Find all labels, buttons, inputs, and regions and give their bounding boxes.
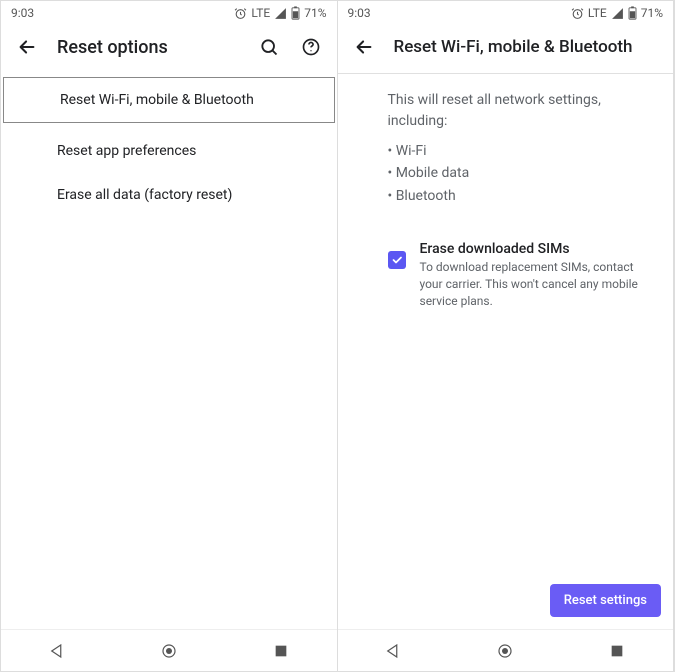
bullet-wifi: Wi-Fi — [388, 140, 650, 162]
content-area: This will reset all network settings, in… — [338, 74, 674, 629]
battery-pct: 71% — [304, 6, 326, 20]
nav-back-icon[interactable] — [46, 640, 68, 662]
alarm-icon — [234, 7, 247, 20]
alarm-icon — [571, 7, 584, 20]
bullet-mobile: Mobile data — [388, 162, 650, 184]
back-icon[interactable] — [15, 35, 39, 59]
checkbox-desc: To download replacement SIMs, contact yo… — [420, 259, 654, 309]
checkbox-title: Erase downloaded SIMs — [420, 241, 654, 257]
battery-icon — [628, 6, 637, 20]
status-bar: 9:03 LTE 71% — [1, 1, 337, 25]
option-reset-app-prefs[interactable]: Reset app preferences — [1, 129, 337, 173]
status-time: 9:03 — [348, 6, 571, 20]
network-label: LTE — [251, 6, 270, 20]
battery-pct: 71% — [641, 6, 663, 20]
page-title: Reset options — [57, 37, 239, 58]
nav-bar — [338, 629, 674, 671]
nav-bar — [1, 629, 337, 671]
screen-reset-options: 9:03 LTE 71% Reset options Reset Wi-Fi — [1, 1, 338, 671]
network-label: LTE — [588, 6, 607, 20]
option-factory-reset[interactable]: Erase all data (factory reset) — [1, 173, 337, 217]
signal-icon — [274, 7, 287, 20]
app-bar: Reset options — [1, 25, 337, 73]
screen-reset-network: 9:03 LTE 71% Reset Wi-Fi, mobile & Bluet… — [338, 1, 675, 671]
bullet-bluetooth: Bluetooth — [388, 185, 650, 207]
nav-recent-icon[interactable] — [270, 640, 292, 662]
option-reset-network[interactable]: Reset Wi-Fi, mobile & Bluetooth — [3, 77, 335, 123]
status-bar: 9:03 LTE 71% — [338, 1, 674, 25]
erase-sims-option[interactable]: Erase downloaded SIMs To download replac… — [338, 207, 674, 309]
reset-settings-button[interactable]: Reset settings — [550, 584, 661, 617]
intro-text: This will reset all network settings, in… — [338, 74, 674, 132]
nav-home-icon[interactable] — [494, 640, 516, 662]
search-icon[interactable] — [257, 35, 281, 59]
nav-home-icon[interactable] — [158, 640, 180, 662]
signal-icon — [611, 7, 624, 20]
nav-recent-icon[interactable] — [606, 640, 628, 662]
bullet-list: Wi-Fi Mobile data Bluetooth — [338, 132, 674, 207]
checkbox-checked-icon[interactable] — [388, 251, 406, 269]
content-area: Reset Wi-Fi, mobile & Bluetooth Reset ap… — [1, 73, 337, 629]
battery-icon — [291, 6, 300, 20]
nav-back-icon[interactable] — [382, 640, 404, 662]
app-bar: Reset Wi-Fi, mobile & Bluetooth — [338, 25, 674, 73]
checkbox-text: Erase downloaded SIMs To download replac… — [420, 241, 654, 309]
help-icon[interactable] — [299, 35, 323, 59]
status-icons: LTE 71% — [571, 6, 663, 20]
page-title: Reset Wi-Fi, mobile & Bluetooth — [394, 37, 660, 57]
status-icons: LTE 71% — [234, 6, 326, 20]
back-icon[interactable] — [352, 35, 376, 59]
status-time: 9:03 — [11, 6, 234, 20]
